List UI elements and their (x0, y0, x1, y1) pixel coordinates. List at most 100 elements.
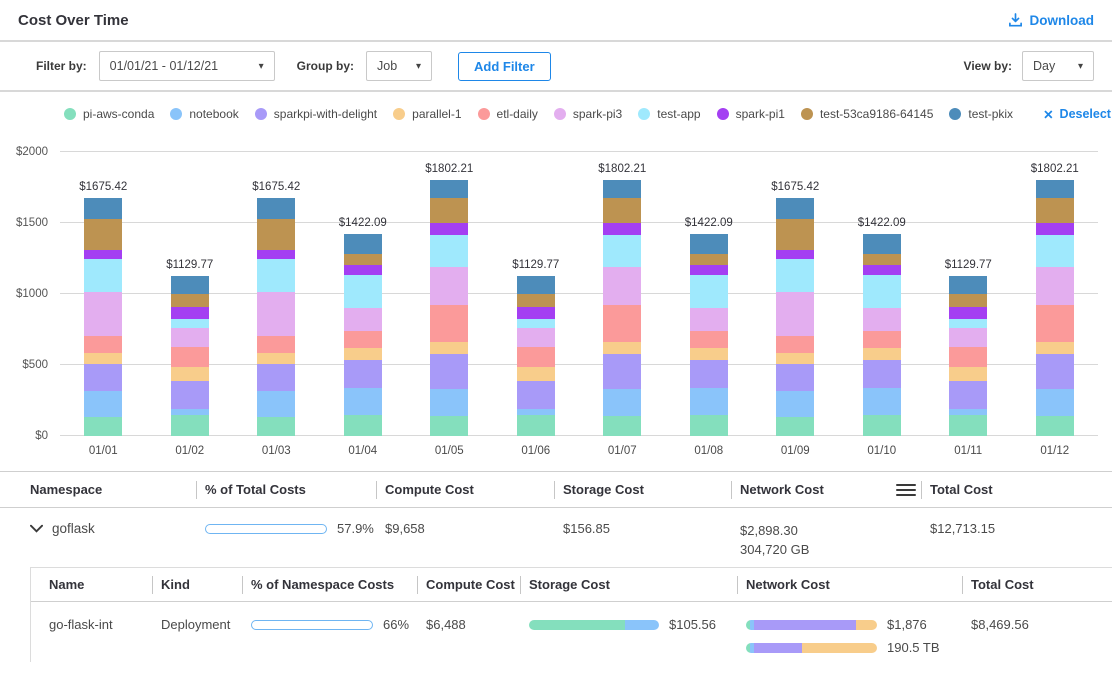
bar-segment-pi-aws-conda[interactable] (430, 416, 468, 436)
bar-segment-parallel-1[interactable] (430, 342, 468, 354)
bar-segment-test-53ca9186-64145[interactable] (171, 294, 209, 306)
bar-segment-etl-daily[interactable] (690, 331, 728, 348)
bar-segment-test-53ca9186-64145[interactable] (344, 254, 382, 265)
bar-segment-test-53ca9186-64145[interactable] (776, 219, 814, 250)
column-header-compute-cost[interactable]: Compute Cost (426, 568, 529, 601)
bar-segment-parallel-1[interactable] (690, 348, 728, 360)
bar-segment-test-pkix[interactable] (344, 234, 382, 254)
stacked-bar-01-12[interactable] (1036, 180, 1074, 436)
bar-segment-etl-daily[interactable] (603, 305, 641, 342)
column-header-of-total-costs[interactable]: % of Total Costs (205, 472, 385, 507)
bar-segment-spark-pi1[interactable] (430, 223, 468, 235)
bar-segment-test-53ca9186-64145[interactable] (603, 198, 641, 223)
column-header-name[interactable]: Name (49, 568, 161, 601)
bar-segment-spark-pi3[interactable] (603, 267, 641, 304)
bar-segment-pi-aws-conda[interactable] (690, 415, 728, 436)
bar-segment-sparkpi-with-delight[interactable] (84, 364, 122, 391)
bar-segment-parallel-1[interactable] (257, 353, 295, 365)
bar-segment-spark-pi1[interactable] (1036, 223, 1074, 235)
bar-segment-spark-pi3[interactable] (949, 328, 987, 347)
column-header-network-cost[interactable]: Network Cost (740, 472, 930, 507)
legend-item-test-53ca9186-64145[interactable]: test-53ca9186-64145 (801, 107, 933, 121)
bar-segment-pi-aws-conda[interactable] (257, 417, 295, 436)
stacked-bar-01-11[interactable] (949, 276, 987, 436)
column-header-total-cost[interactable]: Total Cost (971, 568, 1096, 601)
bar-segment-test-pkix[interactable] (603, 180, 641, 198)
bar-segment-notebook[interactable] (344, 388, 382, 416)
bar-segment-test-app[interactable] (344, 275, 382, 308)
bar-segment-spark-pi3[interactable] (344, 308, 382, 331)
column-header-total-cost[interactable]: Total Cost (930, 472, 1096, 507)
bar-segment-test-app[interactable] (517, 319, 555, 328)
download-button[interactable]: Download (1008, 13, 1095, 28)
legend-item-notebook[interactable]: notebook (170, 107, 238, 121)
bar-segment-notebook[interactable] (690, 388, 728, 416)
bar-segment-etl-daily[interactable] (949, 347, 987, 366)
namespace-expander[interactable]: goflask (30, 521, 205, 536)
stacked-bar-01-02[interactable] (171, 276, 209, 436)
bar-segment-test-app[interactable] (1036, 235, 1074, 268)
legend-item-sparkpi-with-delight[interactable]: sparkpi-with-delight (255, 107, 377, 121)
bar-segment-test-53ca9186-64145[interactable] (863, 254, 901, 265)
column-header-compute-cost[interactable]: Compute Cost (385, 472, 563, 507)
bar-segment-test-pkix[interactable] (949, 276, 987, 295)
stacked-bar-01-05[interactable] (430, 180, 468, 436)
bar-segment-parallel-1[interactable] (949, 367, 987, 381)
bar-segment-test-pkix[interactable] (84, 198, 122, 219)
bar-segment-spark-pi3[interactable] (171, 328, 209, 347)
stacked-bar-01-10[interactable] (863, 234, 901, 436)
bar-segment-test-53ca9186-64145[interactable] (257, 219, 295, 250)
bar-segment-sparkpi-with-delight[interactable] (517, 381, 555, 409)
legend-item-test-app[interactable]: test-app (638, 107, 700, 121)
bar-segment-notebook[interactable] (257, 391, 295, 418)
legend-item-spark-pi1[interactable]: spark-pi1 (717, 107, 785, 121)
namespace-row-goflask[interactable]: goflask 57.9% $9,658 $156.85 $2,898.30 3… (0, 508, 1112, 567)
bar-segment-test-pkix[interactable] (430, 180, 468, 198)
bar-segment-test-app[interactable] (171, 319, 209, 328)
bar-segment-etl-daily[interactable] (84, 336, 122, 353)
bar-segment-parallel-1[interactable] (1036, 342, 1074, 354)
bar-segment-sparkpi-with-delight[interactable] (344, 360, 382, 388)
bar-segment-test-pkix[interactable] (517, 276, 555, 295)
bar-segment-sparkpi-with-delight[interactable] (949, 381, 987, 409)
bar-segment-sparkpi-with-delight[interactable] (1036, 354, 1074, 390)
bar-segment-test-53ca9186-64145[interactable] (690, 254, 728, 265)
bar-segment-etl-daily[interactable] (1036, 305, 1074, 342)
bar-segment-sparkpi-with-delight[interactable] (776, 364, 814, 391)
bar-segment-test-app[interactable] (863, 275, 901, 308)
bar-segment-spark-pi3[interactable] (690, 308, 728, 331)
bar-segment-pi-aws-conda[interactable] (603, 416, 641, 436)
stacked-bar-01-06[interactable] (517, 276, 555, 436)
bar-segment-spark-pi3[interactable] (1036, 267, 1074, 304)
bar-segment-spark-pi1[interactable] (863, 265, 901, 275)
bar-segment-test-app[interactable] (776, 259, 814, 292)
add-filter-button[interactable]: Add Filter (458, 52, 551, 81)
date-range-select[interactable]: 01/01/21 - 01/12/21 ▾ (99, 51, 275, 81)
bar-segment-test-53ca9186-64145[interactable] (84, 219, 122, 250)
bar-segment-notebook[interactable] (863, 388, 901, 416)
bar-segment-test-app[interactable] (949, 319, 987, 328)
bar-segment-spark-pi3[interactable] (863, 308, 901, 331)
bar-segment-parallel-1[interactable] (344, 348, 382, 360)
legend-item-pi-aws-conda[interactable]: pi-aws-conda (64, 107, 154, 121)
legend-item-test-pkix[interactable]: test-pkix (949, 107, 1013, 121)
column-header-storage-cost[interactable]: Storage Cost (529, 568, 746, 601)
bar-segment-notebook[interactable] (603, 389, 641, 416)
bar-segment-test-pkix[interactable] (776, 198, 814, 219)
bar-segment-spark-pi3[interactable] (517, 328, 555, 347)
bar-segment-sparkpi-with-delight[interactable] (690, 360, 728, 388)
bar-segment-test-app[interactable] (603, 235, 641, 268)
bar-segment-sparkpi-with-delight[interactable] (603, 354, 641, 390)
bar-segment-pi-aws-conda[interactable] (84, 417, 122, 436)
bar-segment-etl-daily[interactable] (257, 336, 295, 353)
view-by-select[interactable]: Day ▾ (1022, 51, 1094, 81)
bar-segment-parallel-1[interactable] (863, 348, 901, 360)
bar-segment-test-pkix[interactable] (257, 198, 295, 219)
bar-segment-notebook[interactable] (84, 391, 122, 418)
bar-segment-pi-aws-conda[interactable] (863, 415, 901, 436)
bar-segment-pi-aws-conda[interactable] (517, 415, 555, 436)
bar-segment-test-app[interactable] (257, 259, 295, 292)
bar-segment-spark-pi1[interactable] (517, 307, 555, 319)
bar-segment-pi-aws-conda[interactable] (776, 417, 814, 436)
column-header-network-cost[interactable]: Network Cost (746, 568, 971, 601)
